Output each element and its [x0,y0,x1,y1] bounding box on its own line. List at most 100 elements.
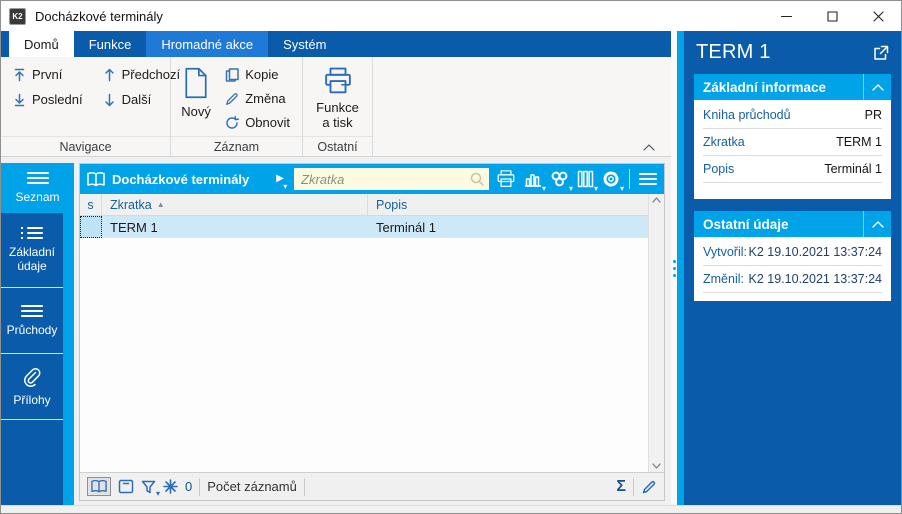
sidebar-item-label: Základní údaje [8,245,56,273]
hamburger-menu-icon [639,173,657,185]
book-view-toggle[interactable] [87,477,111,496]
quick-edit-button[interactable] [641,479,657,495]
field-label: Popis [703,162,735,176]
filter-button[interactable]: ▾ [141,480,160,498]
k2-app-icon: K2 [9,7,26,25]
copy-button[interactable]: Kopie [221,63,294,86]
field-value: Terminál 1 [824,162,882,176]
close-button[interactable] [855,1,901,31]
open-external-icon[interactable] [873,45,889,61]
cell-popis[interactable]: Terminál 1 [368,216,648,238]
column-header-popis[interactable]: Popis [368,194,648,215]
field-value: PR [864,108,882,122]
edit-pencil-icon [642,480,656,493]
section-ostatni-udaje: Ostatní údaje Vytvořil: K2 19.10.2021 13… [694,211,891,301]
section-header[interactable]: Základní informace [694,74,891,100]
browse-menu-button[interactable] [638,171,658,187]
columns-button[interactable]: ▾ [576,169,598,193]
tab-domu[interactable]: Domů [9,31,74,57]
new-record-button[interactable]: Nový [179,63,213,136]
caret-down-icon: ▾ [541,184,546,193]
detail-list-icon [21,227,43,239]
cell-zkratka[interactable]: TERM 1 [102,216,368,238]
refresh-button[interactable]: Obnovit [221,111,294,134]
refresh-icon [226,115,240,129]
grid-empty-area [80,238,648,472]
sidebar-item-label: Přílohy [13,392,51,407]
book-icon [87,171,105,186]
vertical-scrollbar[interactable] [648,194,664,472]
sidebar-item-prilohy[interactable]: Přílohy [1,354,63,420]
scroll-down-icon[interactable] [652,463,661,469]
tab-funkce[interactable]: Funkce [74,31,147,57]
last-icon [14,93,25,106]
detail-row: Vytvořil: K2 19.10.2021 13:37:24 [703,239,882,266]
frozen-records-button[interactable] [163,479,178,494]
sidebar-item-label: Seznam [15,190,60,204]
ribbon: První Předchozí Poslední Další Navigace … [1,57,671,157]
settings-button[interactable]: ▾ [601,169,624,193]
collapse-button[interactable] [863,74,891,100]
section-zakladni-informace: Základní informace Kniha průchodů PR Zkr… [694,74,891,199]
minimize-button[interactable] [763,1,809,31]
paperclip-icon [24,367,41,387]
field-value: TERM 1 [836,135,882,149]
chevron-up-icon [871,83,884,91]
frozen-count: 0 [185,479,193,494]
next-label: Další [121,92,152,107]
table-row-selected[interactable]: TERM 1 Terminál 1 [80,216,648,238]
sum-button[interactable]: Σ [616,478,626,496]
toolbar-separator [629,169,630,189]
search-input[interactable] [294,168,489,190]
column-header-s[interactable]: s [80,194,102,215]
status-separator [633,477,634,496]
automation-button[interactable]: ▾ [549,169,573,193]
browse-container: Docházkové terminály ▶ ▾ Zkratka ▾ ▾ ▾ ▾… [79,163,665,501]
previous-icon [104,68,114,81]
column-header-zkratka[interactable]: Zkratka ▲ [102,194,368,215]
ribbon-tab-bar: Domů Funkce Hromadné akce Systém [1,31,671,57]
functions-print-button[interactable]: Funkce a tisk [311,63,364,136]
maximize-button[interactable] [809,1,855,31]
print-browse-button[interactable] [495,169,517,189]
column-label: Popis [376,197,408,212]
panel-splitter[interactable] [671,31,684,505]
ribbon-group-label-ostatni: Ostatní [303,136,372,156]
copy-label: Kopie [245,67,279,82]
card-view-toggle[interactable] [118,479,134,494]
window-title: Docházkové terminály [35,8,163,24]
edit-pencil-icon [226,92,238,105]
ribbon-group-navigace: První Předchozí Poslední Další Navigace [1,57,180,156]
splitter-accent-rail [677,31,684,505]
window-bottom-edge [1,505,901,513]
grid-column-header: s Zkratka ▲ Popis [80,194,648,216]
ribbon-collapse-icon[interactable] [643,144,655,151]
section-header[interactable]: Ostatní údaje [694,211,891,237]
left-sidebar: Seznam Základní údaje Průchody Přílohy [1,163,74,505]
snowflake-icon [163,479,178,494]
chart-button[interactable]: ▾ [523,169,546,193]
run-query-button[interactable]: ▶ ▾ [276,174,287,191]
collapse-button[interactable] [863,211,891,237]
first-button[interactable]: První [9,63,87,86]
first-label: První [32,67,63,82]
next-icon [104,93,114,106]
app-window: K2 Docházkové terminály Domů Funkce Hrom… [0,0,902,514]
book-icon [91,480,107,493]
list-icon [26,172,49,184]
tab-hromadne-akce[interactable]: Hromadné akce [146,31,269,57]
sidebar-item-pruchody[interactable]: Průchody [1,288,63,354]
caret-down-icon: ▾ [619,184,624,193]
row-focus-cell[interactable] [80,216,102,238]
change-button[interactable]: Změna [221,87,294,110]
caret-down-icon: ▾ [568,184,573,193]
first-icon [14,68,25,81]
ribbon-group-zaznam: Nový Kopie Změna Obnovit Záznam [171,57,303,156]
chevron-up-icon [871,220,884,228]
scroll-up-icon[interactable] [652,197,661,203]
tab-system[interactable]: Systém [268,31,341,57]
sidebar-item-zakladni-udaje[interactable]: Základní údaje [1,213,63,288]
last-button[interactable]: Poslední [9,88,87,111]
bar-chart-icon [524,174,542,187]
gears-cluster-icon [551,171,568,187]
